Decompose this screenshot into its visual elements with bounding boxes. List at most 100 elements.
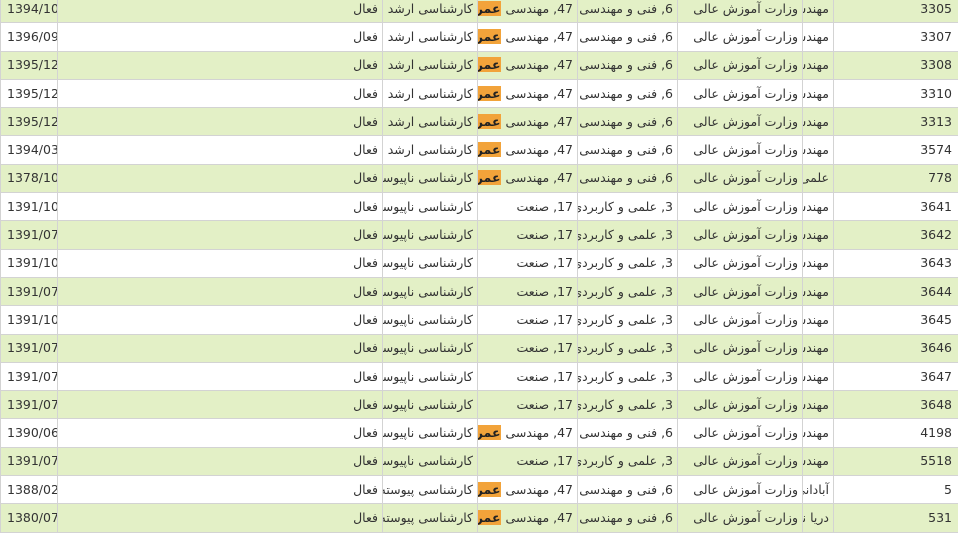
- table-body: 1394/10/27فعالکارشناسی ارشد ناپیوسته47, …: [0, 0, 958, 533]
- degree-level-cell: کارشناسی ارشد ناپیوسته: [382, 0, 478, 24]
- text-part: 17, صنعت: [516, 283, 573, 299]
- text-part: مهندسی نقشه برداری گرایش سیستم های اداره…: [804, 28, 830, 44]
- ministry-cell: وزارت آموزش عالی: [677, 390, 803, 420]
- major-title: مهندسی نقشه برداری گرایش سیستم های اداره…: [802, 22, 834, 52]
- group-cell: 6, فنی و مهندسی: [577, 135, 678, 165]
- ministry-cell: وزارت آموزش عالی: [677, 418, 803, 448]
- ministry-cell: وزارت آموزش عالی: [677, 333, 803, 363]
- ministry-cell: وزارت آموزش عالی: [677, 78, 803, 109]
- search-highlight: عمران: [478, 85, 502, 101]
- approval-date-cell: 1391/07/16: [0, 390, 58, 420]
- degree-level-cell: کارشناسی ناپیوسته: [382, 361, 478, 392]
- table-row[interactable]: 1380/07/01فعالکارشناسی پیوسته47, مهندسی …: [0, 503, 958, 533]
- table-row[interactable]: 1394/10/27فعالکارشناسی ارشد ناپیوسته47, …: [0, 0, 958, 24]
- text-part: 47, مهندسی: [501, 425, 573, 441]
- table-row[interactable]: 1391/07/16فعالکارشناسی ناپیوسته17, صنعت3…: [0, 276, 958, 307]
- group-cell: 6, فنی و مهندسی: [577, 418, 678, 448]
- major-title: مهندسی فناوری عمران -ساختمان سازی: [802, 248, 834, 278]
- group-cell: 6, فنی و مهندسی: [577, 22, 678, 52]
- status-cell: فعال: [57, 333, 383, 363]
- table-row[interactable]: 1391/07/16فعالکارشناسی ناپیوسته17, صنعت3…: [0, 220, 958, 250]
- group-cell: 6, فنی و مهندسی: [577, 107, 678, 137]
- field-cell: 47, مهندسی عمران: [477, 0, 578, 24]
- degree-level-cell: کارشناسی ارشد ناپیوسته: [382, 78, 478, 109]
- search-highlight: عمران: [478, 57, 502, 73]
- major-code: 3642: [833, 220, 958, 250]
- major-title: مهندسی فناوری عمران - راهسازی: [802, 305, 834, 335]
- group-cell: 3, علمی و کاربردی: [577, 276, 678, 307]
- group-cell: 3, علمی و کاربردی: [577, 333, 678, 363]
- major-code: 4198: [833, 418, 958, 448]
- text-part: مهندسی فناوری: [804, 453, 830, 469]
- approval-date-cell: 1390/06/19: [0, 418, 58, 448]
- table-row[interactable]: 1391/07/16فعالکارشناسی ناپیوسته17, صنعت3…: [0, 361, 958, 392]
- degree-level-cell: کارشناسی پیوسته: [382, 503, 478, 533]
- field-cell: 47, مهندسی عمران: [477, 418, 578, 448]
- table-row[interactable]: 1391/10/10فعالکارشناسی ناپیوسته17, صنعت3…: [0, 192, 958, 222]
- group-cell: 3, علمی و کاربردی: [577, 192, 678, 222]
- search-highlight: عمران: [478, 113, 502, 129]
- approval-date-cell: 1395/12/11: [0, 50, 58, 80]
- text-part: 17, صنعت: [516, 368, 573, 384]
- search-highlight: عمران: [478, 509, 502, 525]
- table-row[interactable]: 1378/10/05فعالکارشناسی ناپیوسته47, مهندس…: [0, 163, 958, 194]
- approval-date-cell: 1391/07/16: [0, 333, 58, 363]
- major-title: دریا نوردی (ناوبری): [802, 503, 834, 533]
- table-row[interactable]: 1394/03/16فعالکارشناسی ارشد ناپیوسته47, …: [0, 135, 958, 165]
- status-cell: فعال: [57, 390, 383, 420]
- text-part: مهندسی نقشه برداری گرایش فتوگرامتری: [804, 0, 830, 16]
- degree-level-cell: کارشناسی ارشد ناپیوسته: [382, 22, 478, 52]
- major-code: 3645: [833, 305, 958, 335]
- table-row[interactable]: 1391/10/10فعالکارشناسی ناپیوسته17, صنعت3…: [0, 305, 958, 335]
- major-code: 3641: [833, 192, 958, 222]
- approval-date-cell: 1394/10/27: [0, 0, 58, 24]
- approval-date-cell: 1395/12/11: [0, 78, 58, 109]
- table-row[interactable]: 1395/12/11فعالکارشناسی ارشد ناپیوسته47, …: [0, 107, 958, 137]
- table-row[interactable]: 1391/07/16فعالکارشناسی ناپیوسته17, صنعت3…: [0, 390, 958, 420]
- table-row[interactable]: 1390/06/19فعالکارشناسی ناپیوسته47, مهندس…: [0, 418, 958, 448]
- ministry-cell: وزارت آموزش عالی: [677, 50, 803, 80]
- text-part: آبادانی روستاها: [804, 481, 830, 497]
- search-highlight: عمران: [478, 170, 502, 186]
- text-part: مهندسی اجرایی: [804, 425, 830, 441]
- degree-level-cell: کارشناسی ناپیوسته: [382, 333, 478, 363]
- text-part: مهندسی ماشین های ریلی: [804, 142, 830, 158]
- group-cell: 6, فنی و مهندسی: [577, 163, 678, 194]
- search-highlight: عمران: [478, 142, 502, 158]
- group-cell: 3, علمی و کاربردی: [577, 390, 678, 420]
- text-part: مهندسی فناوری: [804, 396, 830, 412]
- text-part: مهندسی فناوری: [804, 283, 830, 299]
- degree-level-cell: کارشناسی ناپیوسته: [382, 446, 478, 477]
- status-cell: فعال: [57, 361, 383, 392]
- field-cell: 47, مهندسی عمران: [477, 135, 578, 165]
- status-cell: فعال: [57, 503, 383, 533]
- status-cell: فعال: [57, 192, 383, 222]
- text-part: علمی - کاربردی ساختمان: [802, 170, 830, 186]
- group-cell: 3, علمی و کاربردی: [577, 361, 678, 392]
- table-row[interactable]: 1391/07/16فعالکارشناسی ناپیوسته17, صنعت3…: [0, 333, 958, 363]
- major-code: 3643: [833, 248, 958, 278]
- degree-level-cell: کارشناسی ارشد ناپیوسته: [382, 107, 478, 137]
- status-cell: فعال: [57, 0, 383, 24]
- table-row[interactable]: 1388/02/26فعالکارشناسی پیوسته47, مهندسی …: [0, 475, 958, 505]
- table-row[interactable]: 1391/10/10فعالکارشناسی ناپیوسته17, صنعت3…: [0, 248, 958, 278]
- table-row[interactable]: 1395/12/11فعالکارشناسی ارشد ناپیوسته47, …: [0, 50, 958, 80]
- field-cell: 17, صنعت: [477, 248, 578, 278]
- table-row[interactable]: 1391/07/16فعالکارشناسی ناپیوسته17, صنعت3…: [0, 446, 958, 477]
- search-highlight: عمران: [478, 481, 502, 497]
- table-row[interactable]: 1396/09/04فعالکارشناسی ارشد ناپیوسته47, …: [0, 22, 958, 52]
- group-cell: 6, فنی و مهندسی: [577, 78, 678, 109]
- degree-level-cell: کارشناسی ناپیوسته: [382, 163, 478, 194]
- approval-date-cell: 1391/10/10: [0, 192, 58, 222]
- text-part: مهندسی فناوری: [804, 227, 830, 243]
- status-cell: فعال: [57, 305, 383, 335]
- degree-level-cell: کارشناسی ناپیوسته: [382, 220, 478, 250]
- ministry-cell: وزارت آموزش عالی: [677, 220, 803, 250]
- degree-level-cell: کارشناسی ناپیوسته: [382, 305, 478, 335]
- status-cell: فعال: [57, 475, 383, 505]
- major-code: 5518: [833, 446, 958, 477]
- field-cell: 17, صنعت: [477, 220, 578, 250]
- approval-date-cell: 1388/02/26: [0, 475, 58, 505]
- table-row[interactable]: 1395/12/11فعالکارشناسی ارشد ناپیوسته47, …: [0, 78, 958, 109]
- ministry-cell: وزارت آموزش عالی: [677, 305, 803, 335]
